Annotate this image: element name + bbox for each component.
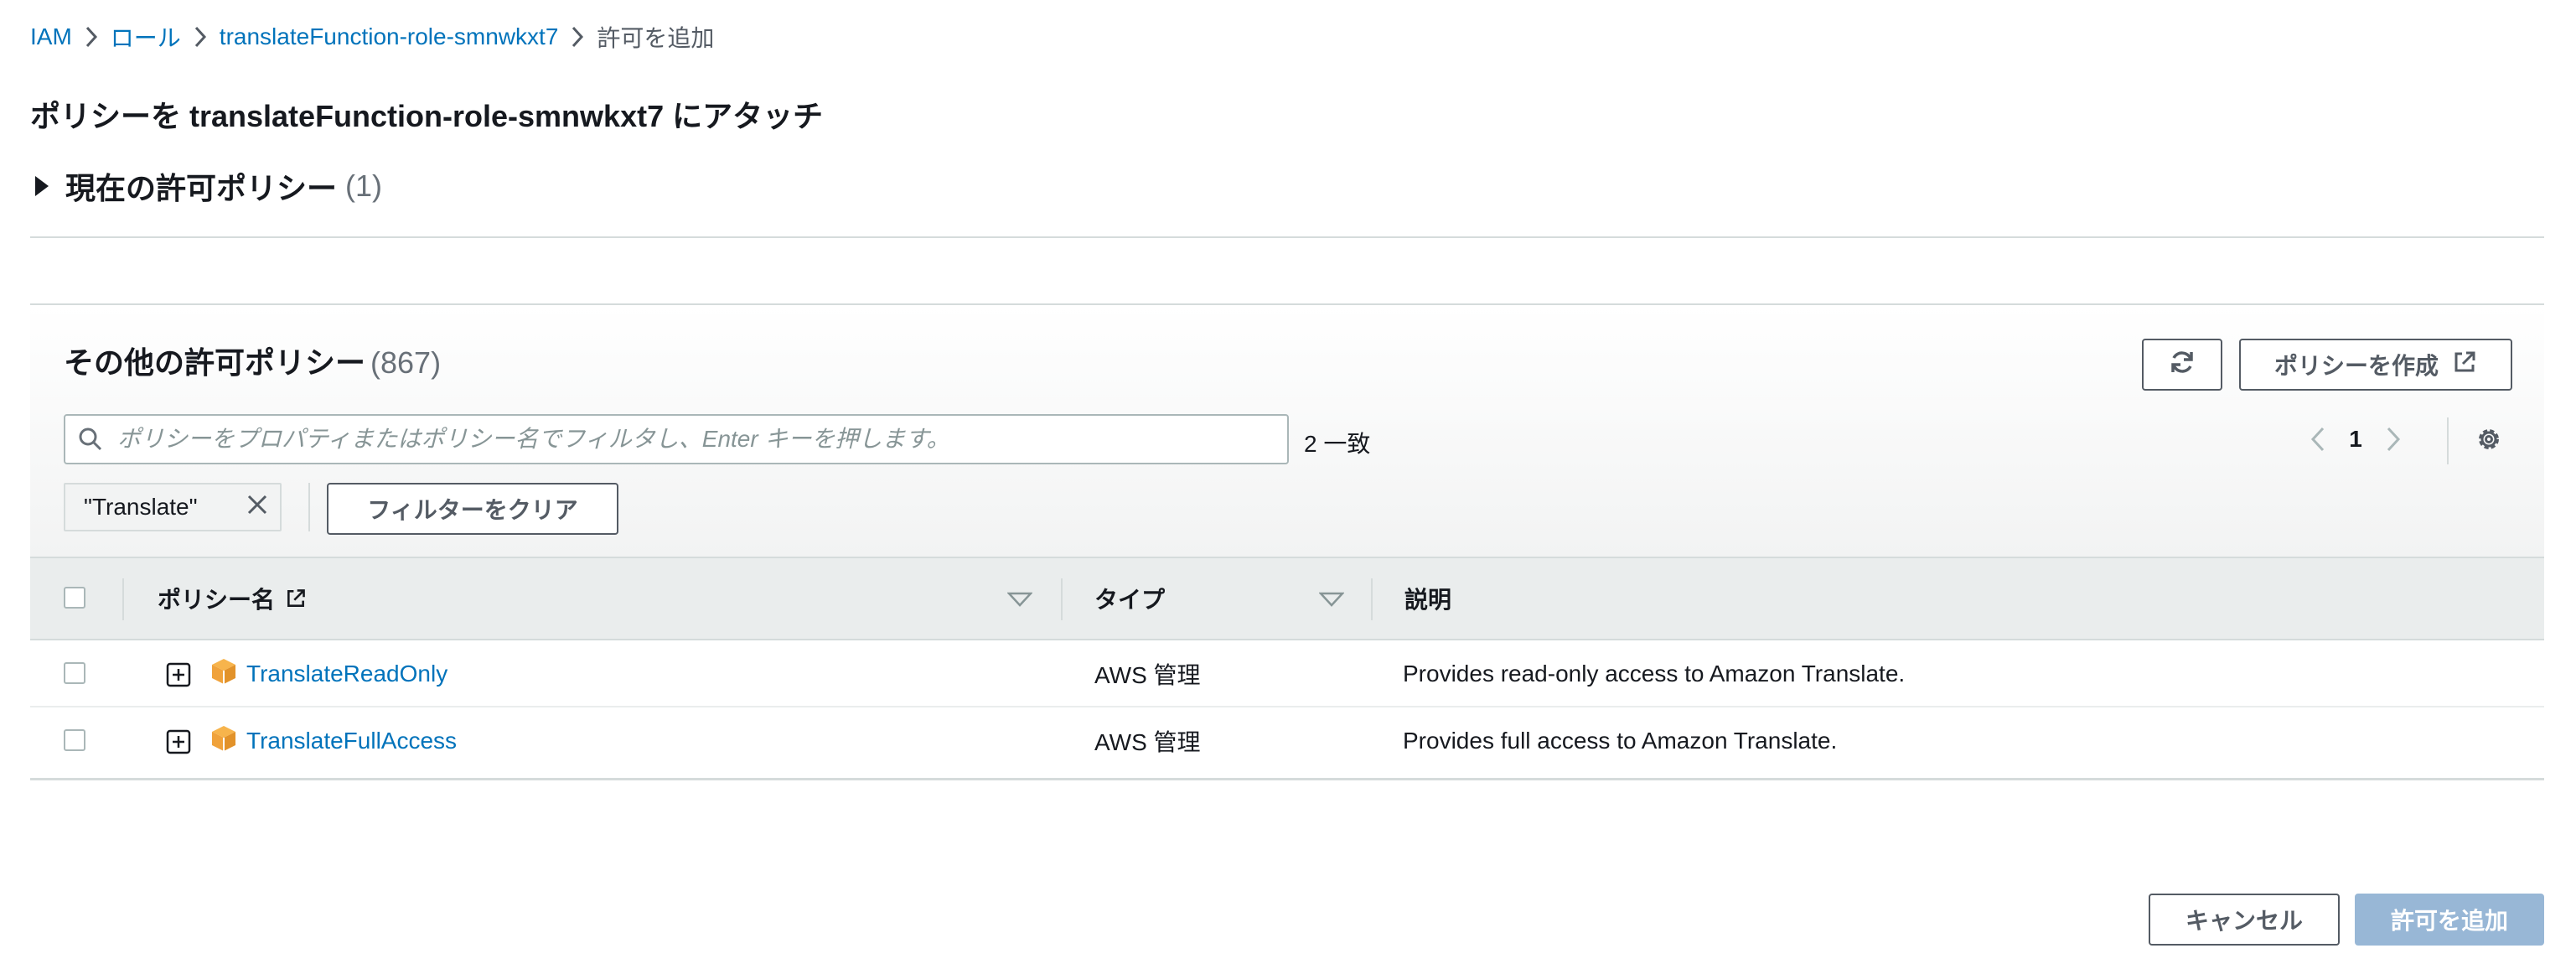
column-header-type[interactable]: タイプ (1094, 558, 1165, 639)
column-divider (122, 578, 124, 620)
close-icon[interactable] (245, 492, 270, 523)
external-link-icon (285, 588, 307, 609)
match-count: 2 一致 (1304, 431, 1371, 457)
table-header: ポリシー名 タイプ 説明 (30, 557, 2544, 640)
create-policy-button[interactable]: ポリシーを作成 (2239, 339, 2512, 391)
policy-search (64, 414, 1289, 464)
other-policies-panel: その他の許可ポリシー (867) ポリシーを作成 ポリシーをプロパティまたはポリ… (30, 303, 2544, 780)
breadcrumb-role-name[interactable]: translateFunction-role-smnwkxt7 (220, 23, 559, 50)
current-policies-toggle[interactable]: 現在の許可ポリシー (1) (30, 164, 382, 208)
policy-type: AWS 管理 (1094, 662, 1201, 688)
other-policies-label: その他の許可ポリシー (64, 345, 366, 380)
policy-type: AWS 管理 (1094, 729, 1201, 755)
filter-token-label: "Translate" (84, 494, 198, 520)
aws-policy-cube-icon (209, 724, 238, 757)
page-title: ポリシーを translateFunction-role-smnwkxt7 にア… (30, 99, 824, 133)
divider (308, 483, 310, 531)
aws-policy-cube-icon (209, 657, 238, 690)
sort-down-icon[interactable] (1318, 592, 1345, 611)
breadcrumb-roles[interactable]: ロール (111, 20, 181, 54)
divider (30, 236, 2544, 238)
row-checkbox[interactable] (64, 662, 85, 684)
page-number[interactable]: 1 (2343, 426, 2368, 453)
expand-plus-icon[interactable] (166, 729, 191, 759)
row-checkbox[interactable] (64, 729, 85, 751)
breadcrumb-iam[interactable]: IAM (30, 23, 72, 50)
select-all-checkbox[interactable] (64, 587, 85, 609)
chevron-right-icon (558, 20, 597, 54)
settings-icon[interactable] (2464, 414, 2514, 464)
current-policies-count: (1) (345, 168, 383, 203)
create-policy-label: ポリシーを作成 (2273, 353, 2439, 379)
column-divider (1371, 578, 1373, 620)
external-link-icon (2452, 350, 2477, 381)
table-row: TranslateFullAccess AWS 管理 Provides full… (30, 707, 2544, 775)
other-policies-count: (867) (370, 345, 442, 380)
current-policies-label: 現在の許可ポリシー (65, 171, 338, 205)
search-input[interactable] (116, 425, 1275, 453)
filter-token: "Translate" (64, 483, 282, 531)
refresh-button[interactable] (2142, 339, 2222, 391)
column-header-policy-name[interactable]: ポリシー名 (158, 558, 307, 639)
add-permissions-button[interactable]: 許可を追加 (2355, 894, 2544, 946)
column-divider (1061, 578, 1063, 620)
chevron-left-icon[interactable] (2293, 414, 2343, 464)
policy-name-link[interactable]: TranslateFullAccess (246, 707, 457, 775)
chevron-right-icon (72, 20, 111, 54)
divider (2447, 417, 2449, 464)
refresh-icon (2169, 349, 2196, 381)
policy-description: Provides full access to Amazon Translate… (1403, 728, 1838, 754)
breadcrumb-current: 許可を追加 (597, 25, 715, 51)
other-policies-title: その他の許可ポリシー (867) (64, 339, 441, 382)
sort-down-icon[interactable] (1006, 592, 1033, 611)
search-icon (65, 427, 116, 452)
clear-filter-button[interactable]: フィルターをクリア (327, 483, 618, 535)
column-header-description: 説明 (1404, 587, 1452, 613)
policy-name-link[interactable]: TranslateReadOnly (246, 640, 447, 707)
cancel-button[interactable]: キャンセル (2149, 894, 2340, 946)
caret-right-icon (35, 176, 49, 196)
expand-plus-icon[interactable] (166, 662, 191, 692)
column-label: ポリシー名 (158, 587, 276, 613)
pagination: 1 (2293, 414, 2418, 464)
table-row: TranslateReadOnly AWS 管理 Provides read-o… (30, 640, 2544, 707)
chevron-right-icon[interactable] (2368, 414, 2418, 464)
policy-description: Provides read-only access to Amazon Tran… (1403, 661, 1906, 687)
chevron-right-icon (181, 20, 220, 54)
breadcrumb: IAM ロール translateFunction-role-smnwkxt7 … (30, 20, 714, 54)
